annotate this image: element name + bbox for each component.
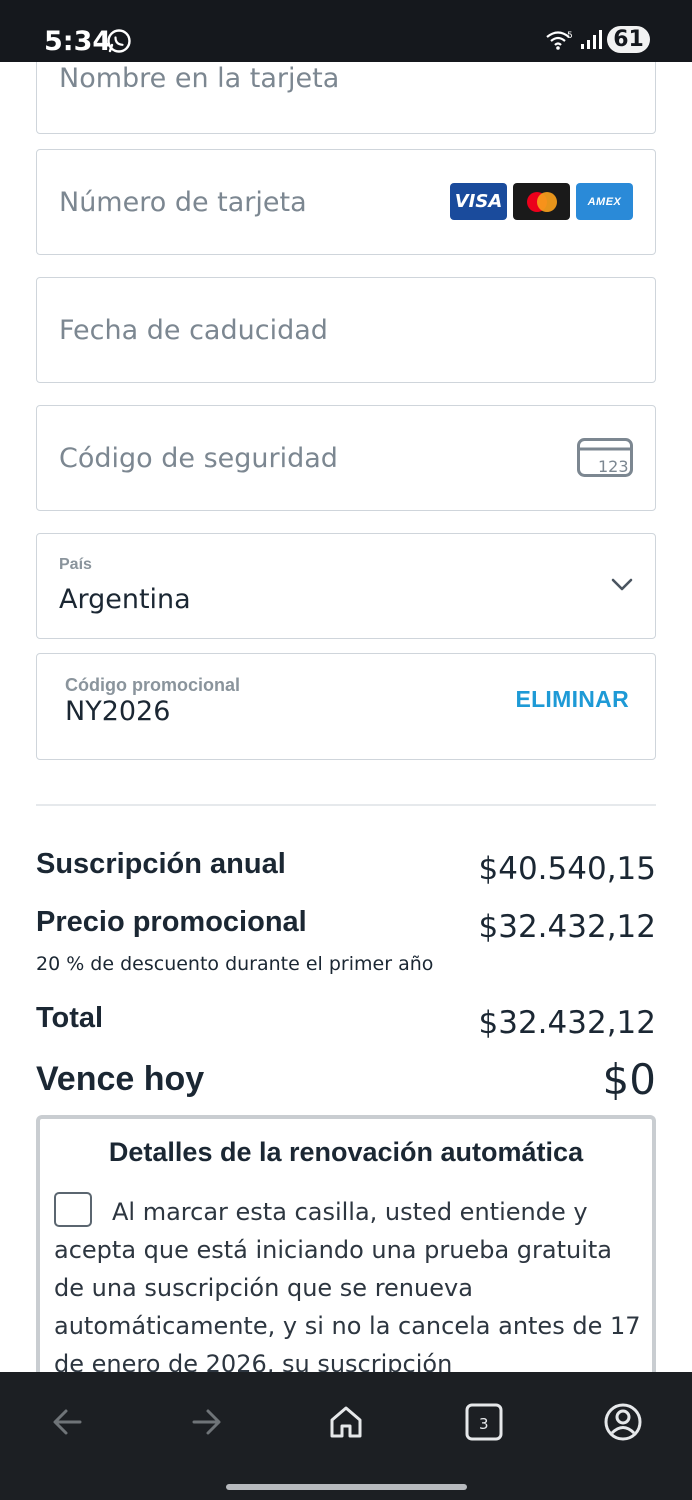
status-bar: 5:34 5 61 [0, 0, 692, 62]
status-time: 5:34 [44, 26, 112, 57]
country-select[interactable]: País Argentina [36, 533, 656, 639]
card-number-field[interactable]: Número de tarjeta VISA AMEX [36, 149, 656, 255]
promo-price-value: $32.432,12 [478, 909, 657, 945]
mastercard-logo [513, 183, 570, 220]
signal-icon [581, 30, 602, 49]
account-icon[interactable] [603, 1402, 643, 1442]
country-label: País [59, 556, 92, 573]
tab-count: 3 [479, 1415, 489, 1433]
cardholder-name-placeholder: Nombre en la tarjeta [59, 63, 340, 94]
gesture-home-pill[interactable] [226, 1484, 467, 1490]
total-value: $32.432,12 [478, 1005, 657, 1041]
due-today-value: $0 [602, 1055, 656, 1104]
auto-renewal-details: Detalles de la renovación automática Al … [36, 1115, 656, 1372]
tabs-icon[interactable]: 3 [464, 1402, 504, 1442]
promo-discount-note: 20 % de descuento durante el primer año [36, 953, 434, 975]
annual-subscription-value: $40.540,15 [478, 851, 657, 887]
expiry-date-field[interactable]: Fecha de caducidad [36, 277, 656, 383]
amex-logo: AMEX [576, 183, 633, 220]
checkout-form: Nombre en la tarjeta Número de tarjeta V… [0, 62, 692, 1372]
card-cvc-icon: 123 [577, 438, 633, 477]
home-icon[interactable] [326, 1402, 366, 1442]
due-today-label: Vence hoy [36, 1060, 205, 1098]
svg-text:5: 5 [567, 31, 573, 41]
security-code-field[interactable]: Código de seguridad 123 [36, 405, 656, 511]
promo-code-label: Código promocional [65, 675, 240, 695]
visa-logo: VISA [450, 183, 507, 220]
back-arrow-icon[interactable] [48, 1402, 88, 1442]
promo-price-label: Precio promocional [36, 906, 307, 938]
total-label: Total [36, 1002, 104, 1034]
forward-arrow-icon[interactable] [186, 1402, 226, 1442]
wifi-icon: 5 [546, 31, 573, 50]
battery-icon: 61 [607, 26, 650, 53]
country-value: Argentina [59, 584, 191, 615]
remove-promo-button[interactable]: ELIMINAR [515, 686, 629, 713]
mastercard-yellow-circle [537, 192, 557, 212]
annual-subscription-label: Suscripción anual [36, 848, 286, 880]
card-brand-logos: VISA AMEX [450, 183, 633, 220]
divider [36, 804, 656, 806]
whatsapp-icon [107, 29, 131, 53]
cardholder-name-field[interactable]: Nombre en la tarjeta [36, 62, 656, 134]
promo-code-value: NY2026 [65, 696, 171, 727]
auto-renewal-title: Detalles de la renovación automática [108, 1137, 584, 1167]
card-number-placeholder: Número de tarjeta [59, 187, 307, 218]
promo-code-field[interactable]: Código promocional NY2026 ELIMINAR [36, 653, 656, 760]
expiry-date-placeholder: Fecha de caducidad [59, 315, 328, 346]
chevron-down-icon [611, 578, 633, 591]
auto-renewal-text: Al marcar esta casilla, usted entiende y… [54, 1198, 641, 1372]
auto-renewal-checkbox[interactable] [54, 1192, 92, 1227]
cvc-icon-digits: 123 [598, 457, 629, 476]
browser-bottom-nav: 3 [0, 1372, 692, 1500]
security-code-placeholder: Código de seguridad [59, 443, 338, 474]
